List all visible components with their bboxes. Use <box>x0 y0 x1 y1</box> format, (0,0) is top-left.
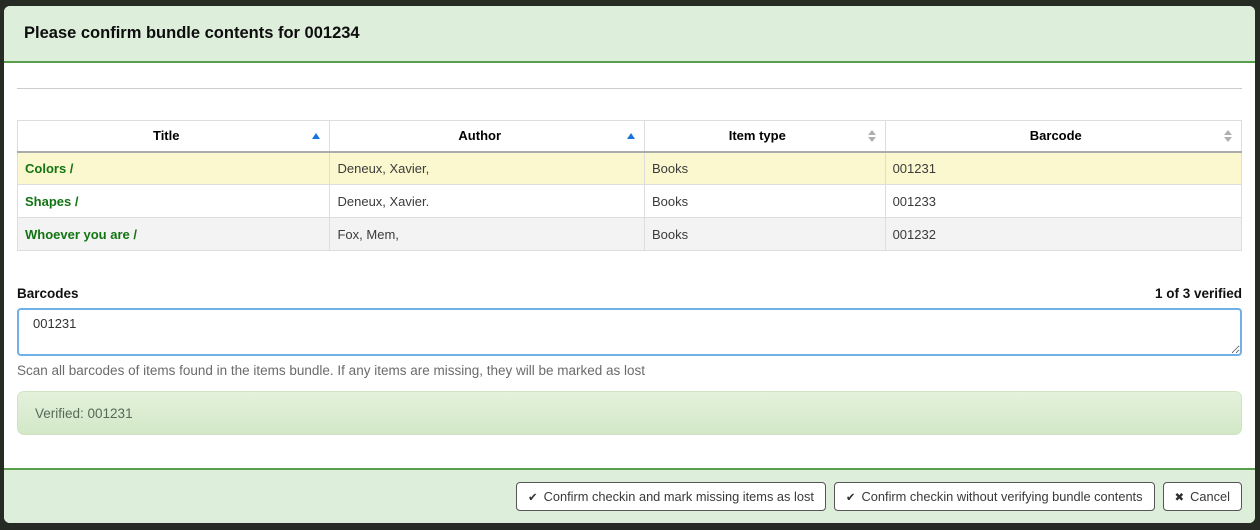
column-header-author[interactable]: Author <box>330 121 644 152</box>
confirm-mark-lost-button[interactable]: ✔ Confirm checkin and mark missing items… <box>516 482 826 511</box>
sort-both-icon <box>1224 130 1232 142</box>
barcodes-hint: Scan all barcodes of items found in the … <box>17 363 1242 378</box>
modal-header: Please confirm bundle contents for 00123… <box>4 6 1255 63</box>
table-row: Shapes / Deneux, Xavier. Books 001233 <box>18 185 1242 218</box>
modal-backdrop: Please confirm bundle contents for 00123… <box>0 0 1260 530</box>
table-row: Whoever you are / Fox, Mem, Books 001232 <box>18 218 1242 251</box>
item-author: Fox, Mem, <box>330 218 644 251</box>
barcodes-label-row: Barcodes 1 of 3 verified <box>17 286 1242 301</box>
item-title-cell: Colors / <box>18 152 330 185</box>
item-title-link[interactable]: Colors / <box>25 161 73 176</box>
item-type: Books <box>644 185 885 218</box>
sort-ascending-icon <box>312 133 320 139</box>
column-header-barcode[interactable]: Barcode <box>885 121 1241 152</box>
item-author: Deneux, Xavier. <box>330 185 644 218</box>
column-header-item-type[interactable]: Item type <box>644 121 885 152</box>
item-type: Books <box>644 152 885 185</box>
cancel-button[interactable]: ✖ Cancel <box>1163 482 1242 511</box>
item-author: Deneux, Xavier, <box>330 152 644 185</box>
modal-body: Title Author Item type Barcode <box>4 63 1255 468</box>
item-title-link[interactable]: Whoever you are / <box>25 227 137 242</box>
item-barcode: 001231 <box>885 152 1241 185</box>
check-icon: ✔ <box>528 490 538 504</box>
sort-both-icon <box>868 130 876 142</box>
barcodes-input[interactable]: 001231 <box>17 308 1242 356</box>
bundle-items-table: Title Author Item type Barcode <box>17 120 1242 251</box>
item-title-cell: Shapes / <box>18 185 330 218</box>
column-header-label: Item type <box>729 128 786 143</box>
item-type: Books <box>644 218 885 251</box>
verified-count: 1 of 3 verified <box>1155 286 1242 301</box>
x-icon: ✖ <box>1175 490 1185 504</box>
item-title-link[interactable]: Shapes / <box>25 194 78 209</box>
item-barcode: 001233 <box>885 185 1241 218</box>
confirm-bundle-modal: Please confirm bundle contents for 00123… <box>4 6 1255 523</box>
table-row: Colors / Deneux, Xavier, Books 001231 <box>18 152 1242 185</box>
modal-footer: ✔ Confirm checkin and mark missing items… <box>4 468 1255 523</box>
verified-alert: Verified: 001231 <box>17 391 1242 435</box>
item-barcode: 001232 <box>885 218 1241 251</box>
item-title-cell: Whoever you are / <box>18 218 330 251</box>
button-label: Confirm checkin without verifying bundle… <box>862 489 1143 504</box>
table-header-row: Title Author Item type Barcode <box>18 121 1242 152</box>
column-header-label: Barcode <box>1030 128 1082 143</box>
sort-ascending-icon <box>627 133 635 139</box>
confirm-no-verify-button[interactable]: ✔ Confirm checkin without verifying bund… <box>834 482 1155 511</box>
column-header-title[interactable]: Title <box>18 121 330 152</box>
column-header-label: Author <box>458 128 501 143</box>
barcodes-label: Barcodes <box>17 286 79 301</box>
column-header-label: Title <box>153 128 180 143</box>
button-label: Confirm checkin and mark missing items a… <box>544 489 814 504</box>
check-icon: ✔ <box>846 490 856 504</box>
divider <box>17 88 1242 89</box>
button-label: Cancel <box>1190 489 1230 504</box>
verified-alert-text: Verified: 001231 <box>35 406 133 421</box>
modal-title: Please confirm bundle contents for 00123… <box>24 24 360 43</box>
